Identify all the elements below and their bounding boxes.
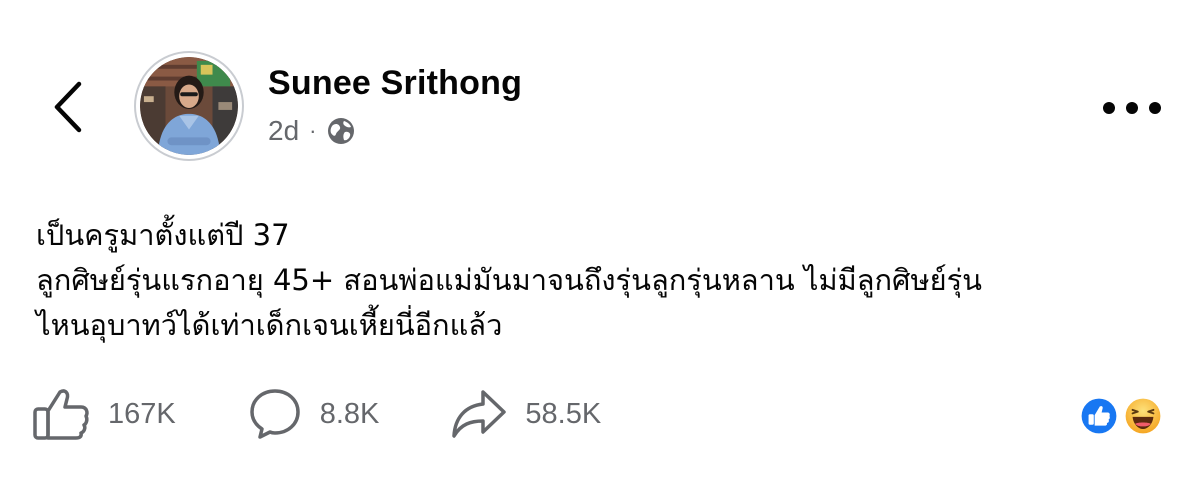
- thumbs-up-icon: [33, 389, 89, 440]
- post-body: เป็นครูมาตั้งแต่ปี 37 ลูกศิษย์รุ่นแรกอาย…: [36, 213, 1176, 348]
- avatar[interactable]: [134, 51, 244, 161]
- chevron-left-icon: [54, 81, 82, 133]
- author-name[interactable]: Sunee Srithong: [268, 64, 522, 103]
- meta-separator: ·: [309, 118, 317, 143]
- share-icon: [452, 390, 507, 438]
- like-reaction-icon: [1076, 393, 1122, 439]
- more-horizontal-icon: [1103, 102, 1161, 114]
- reactions-summary[interactable]: [1076, 393, 1168, 439]
- back-button[interactable]: [40, 72, 96, 142]
- comment-button[interactable]: 8.8K: [248, 387, 380, 441]
- like-button[interactable]: 167K: [32, 387, 176, 441]
- post-meta: 2d ·: [268, 113, 356, 149]
- more-options-button[interactable]: [1098, 88, 1166, 128]
- like-count: 167K: [108, 397, 176, 430]
- post-timestamp[interactable]: 2d: [268, 115, 299, 147]
- share-count: 58.5K: [525, 397, 602, 430]
- comment-count: 8.8K: [319, 397, 380, 430]
- action-bar: 167K 8.8K 58.5K: [32, 386, 601, 442]
- post-text-line: เป็นครูมาตั้งแต่ปี 37: [36, 218, 290, 252]
- post-text-line: ไหนอุบาทว์ได้เท่าเด็กเจนเหี้ยนี่อีกแล้ว: [36, 308, 503, 342]
- haha-reaction-icon: [1120, 393, 1166, 439]
- comment-icon: [249, 389, 300, 439]
- profile-photo: [140, 57, 238, 155]
- share-button[interactable]: 58.5K: [451, 388, 601, 440]
- globe-icon[interactable]: [326, 116, 356, 146]
- post-text-line: ลูกศิษย์รุ่นแรกอายุ 45+ สอนพ่อแม่มันมาจน…: [36, 263, 982, 297]
